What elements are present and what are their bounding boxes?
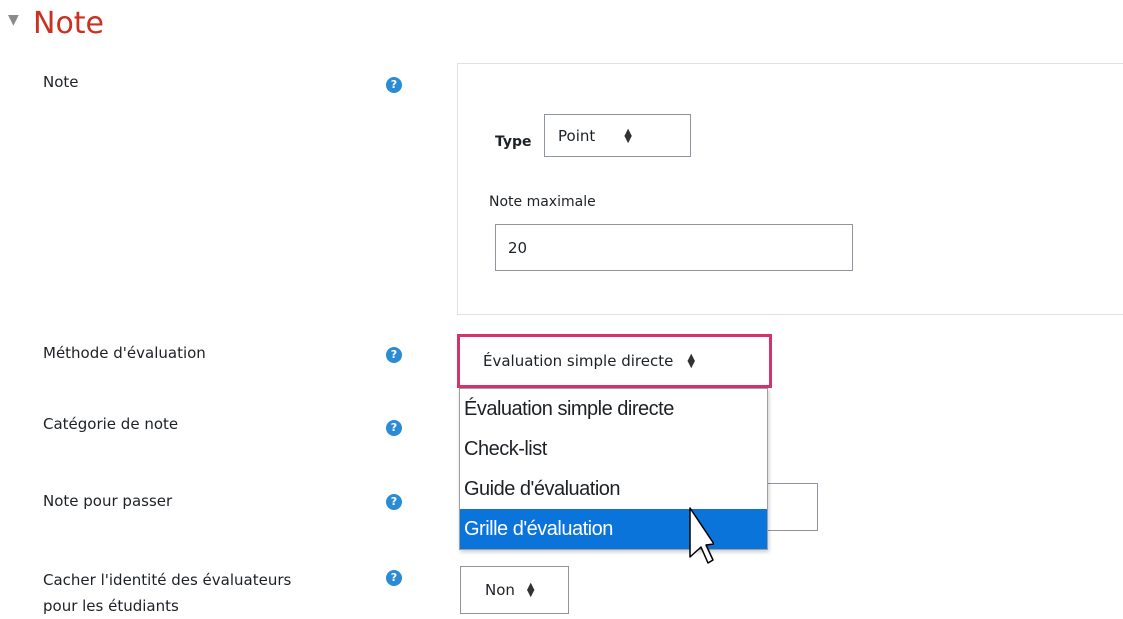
max-grade-value: 20 [508, 238, 528, 257]
dropdown-option[interactable]: Check-list [460, 429, 767, 469]
help-icon[interactable]: ? [386, 77, 402, 93]
type-select-value: Point [558, 126, 596, 145]
dropdown-option[interactable]: Guide d'évaluation [460, 469, 767, 509]
method-dropdown-list[interactable]: Évaluation simple directe Check-list Gui… [459, 388, 768, 550]
dropdown-option[interactable]: Évaluation simple directe [460, 389, 767, 429]
pass-grade-label: Note pour passer [43, 492, 173, 510]
hide-identity-label: Cacher l'identité des évaluateurs pour l… [43, 567, 291, 619]
mouse-cursor-icon [689, 507, 714, 564]
collapse-triangle-icon[interactable]: ▼ [8, 12, 19, 28]
category-label: Catégorie de note [43, 415, 179, 433]
type-select[interactable]: Point ▲ ▼ [544, 114, 691, 157]
help-icon[interactable]: ? [386, 347, 402, 363]
select-caret-icon: ▲ ▼ [687, 352, 696, 370]
select-caret-icon: ▲ ▼ [526, 581, 535, 599]
method-select-value: Évaluation simple directe [483, 352, 674, 370]
grade-label: Note [43, 73, 79, 91]
hide-identity-select[interactable]: Non ▲ ▼ [460, 566, 569, 614]
method-label: Méthode d'évaluation [43, 344, 206, 362]
help-icon[interactable]: ? [386, 570, 402, 586]
hide-identity-label-line2: pour les étudiants [43, 597, 179, 615]
dropdown-option-hovered[interactable]: Grille d'évaluation [460, 509, 767, 549]
section-title[interactable]: Note [33, 6, 104, 41]
hide-identity-label-line1: Cacher l'identité des évaluateurs [43, 571, 292, 589]
method-select[interactable]: Évaluation simple directe ▲ ▼ [457, 334, 772, 388]
grade-fieldset [457, 63, 1123, 315]
max-grade-label: Note maximale [489, 194, 596, 210]
select-caret-icon: ▲ ▼ [624, 126, 632, 145]
help-icon[interactable]: ? [386, 494, 402, 510]
type-label: Type [495, 134, 532, 150]
hide-identity-select-value: Non [485, 581, 515, 599]
max-grade-input[interactable]: 20 [495, 224, 853, 271]
help-icon[interactable]: ? [386, 420, 402, 436]
